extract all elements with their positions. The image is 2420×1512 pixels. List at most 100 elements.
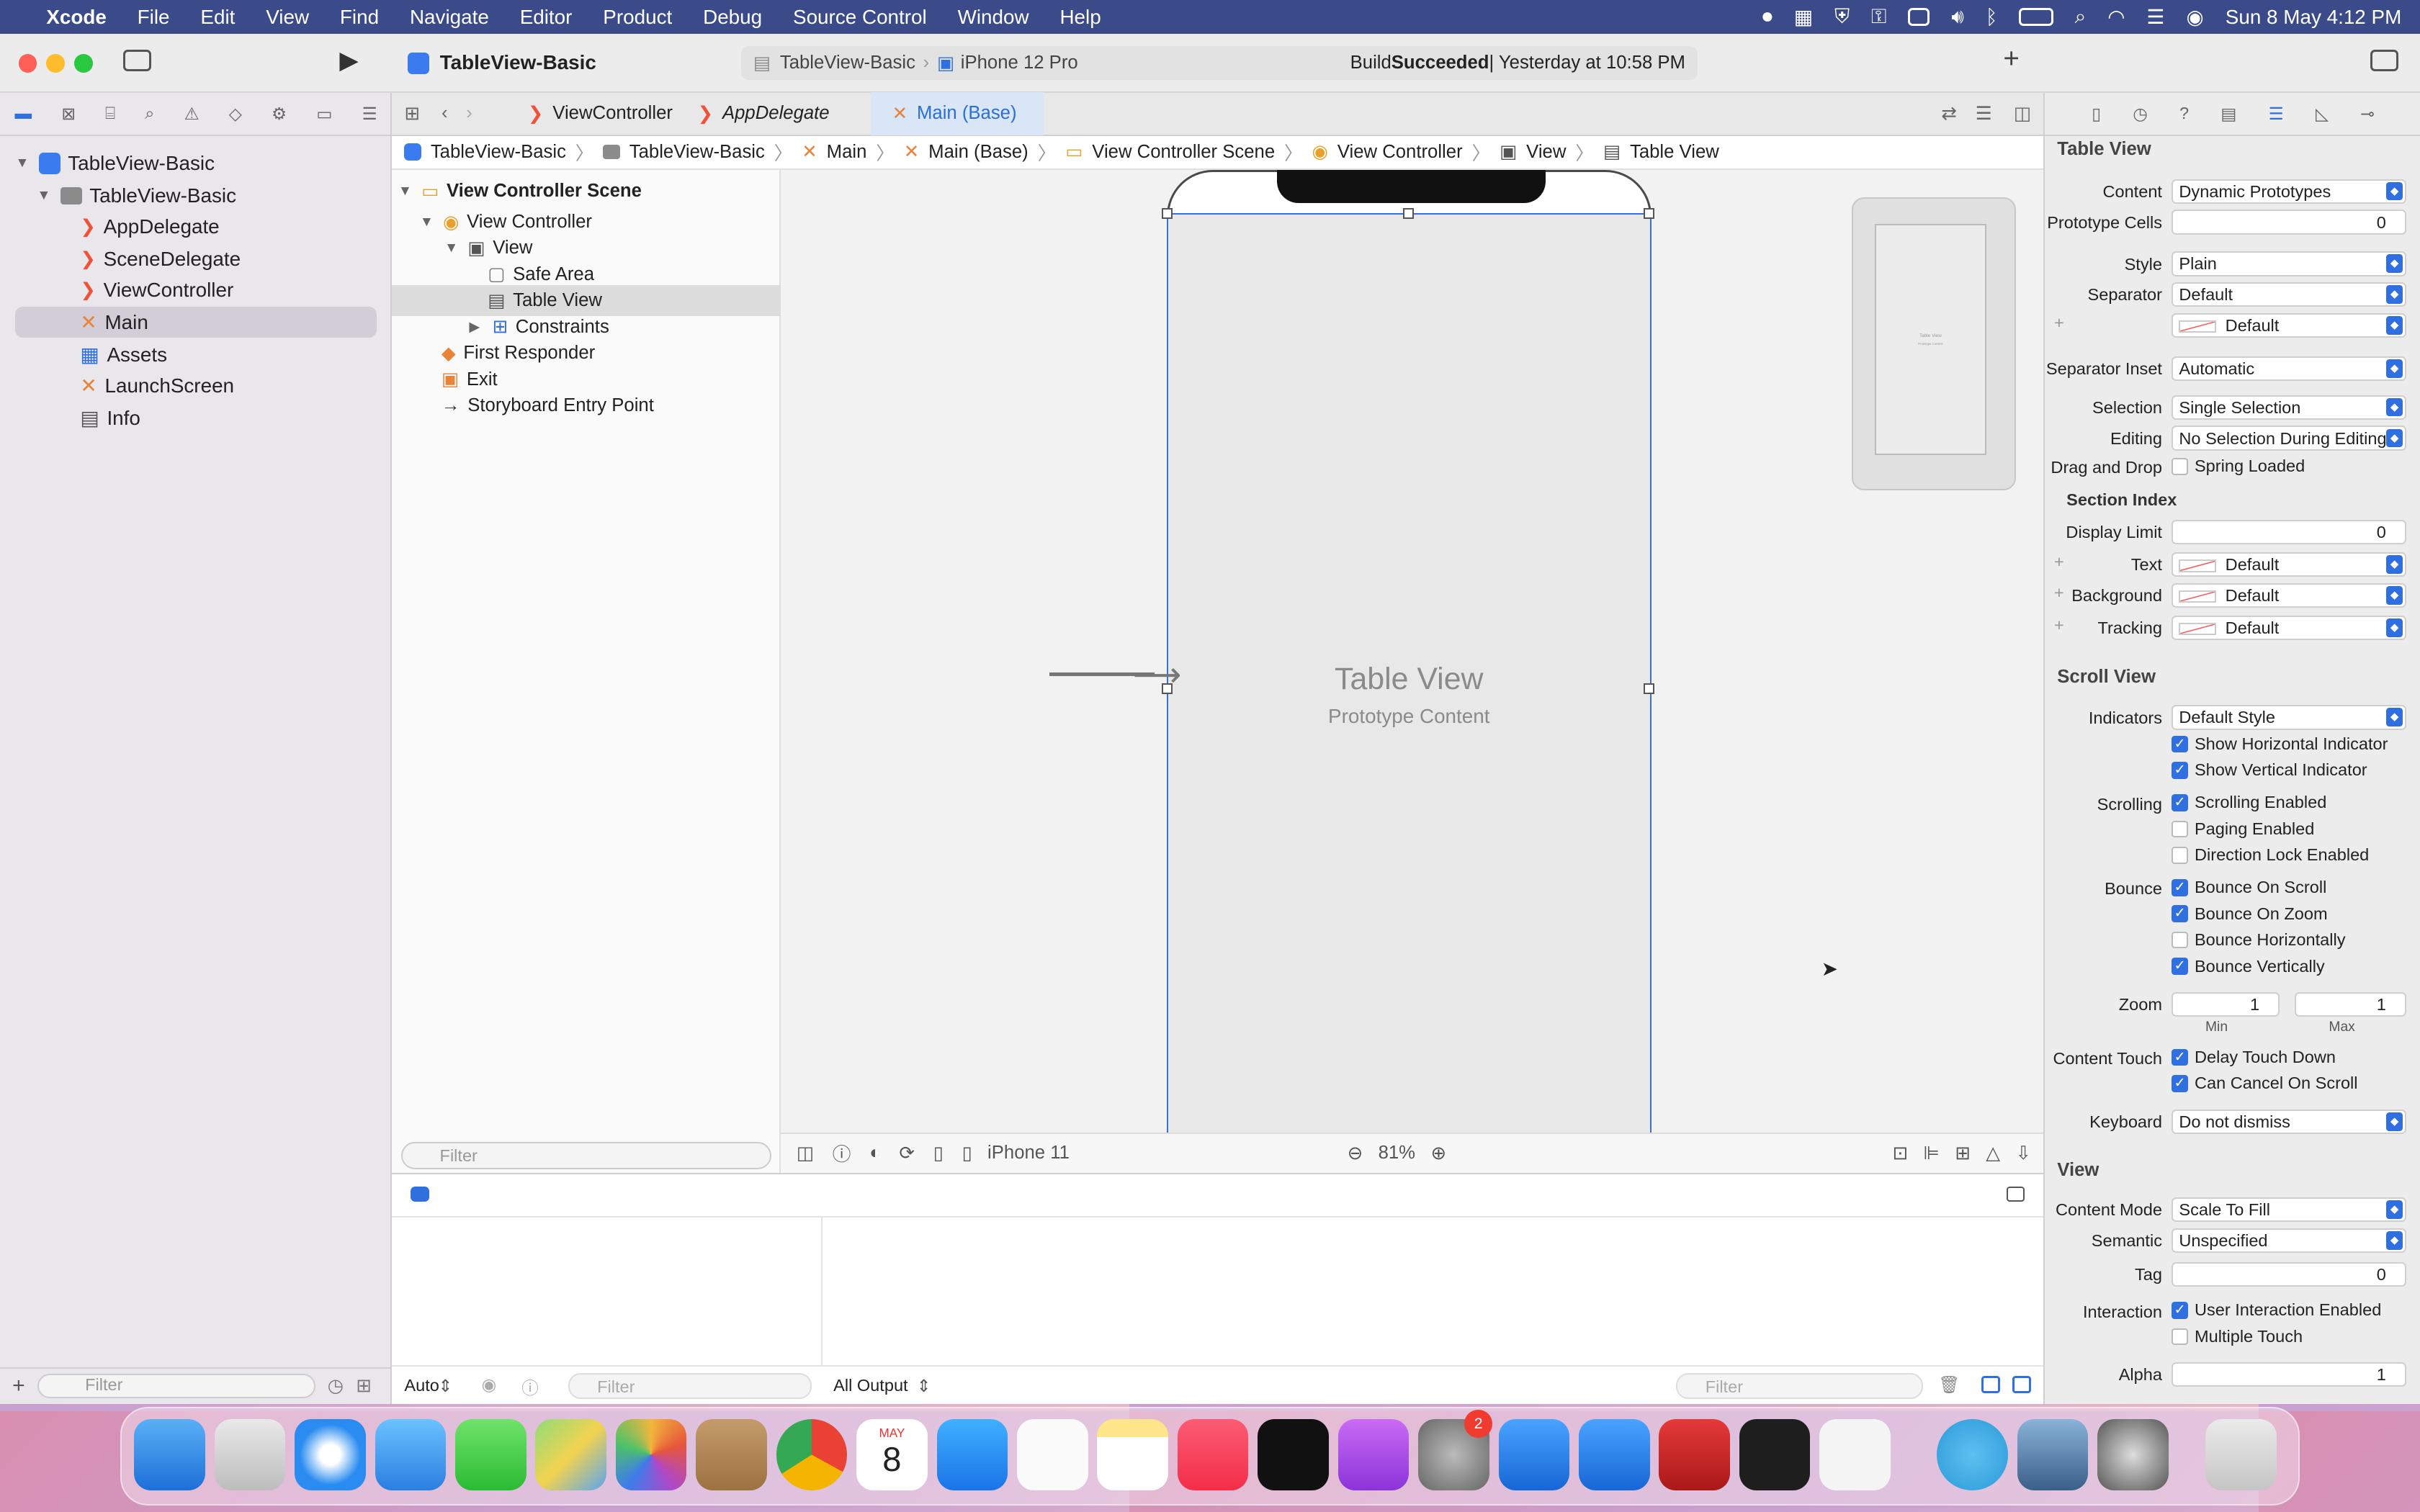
add-variation-icon[interactable]: +	[2054, 616, 2064, 635]
maps-icon[interactable]	[535, 1419, 606, 1490]
grid-status-icon[interactable]: ▦	[1794, 5, 1813, 29]
outline-toggle-icon[interactable]: ◫	[797, 1143, 814, 1164]
alpha-stepper[interactable]: 1	[2171, 1362, 2406, 1387]
bounce-vertically-checkbox[interactable]: ✓ Bounce Vertically	[2171, 957, 2325, 976]
menu-file[interactable]: File	[122, 6, 185, 29]
run-button-icon[interactable]: ▶	[339, 46, 358, 75]
notes-icon[interactable]	[1097, 1419, 1168, 1490]
spring-loaded-checkbox[interactable]: Spring Loaded	[2171, 456, 2305, 476]
file-inspector-icon[interactable]: ▯	[2092, 104, 2101, 124]
attributes-inspector-icon[interactable]: ☰	[2269, 104, 2284, 124]
disclosure-icon[interactable]: ▼	[398, 184, 413, 199]
layout-icon[interactable]: ▯	[933, 1143, 944, 1164]
identity-inspector-icon[interactable]: ▤	[2220, 104, 2236, 124]
zoom-window-button[interactable]	[73, 53, 93, 73]
resize-handle[interactable]	[1162, 208, 1173, 220]
wifi-icon[interactable]: ◠	[2107, 5, 2125, 29]
editor-options-icon[interactable]: ☰	[1966, 103, 2002, 125]
preview-icon[interactable]	[2017, 1419, 2089, 1490]
tree-row[interactable]: ✕ LaunchScreen	[80, 370, 376, 401]
tree-row[interactable]: ❯ AppDelegate	[80, 212, 376, 243]
forward-button-icon[interactable]: ›	[457, 103, 481, 124]
disclosure-icon[interactable]: ▼	[444, 240, 460, 256]
battery-icon[interactable]	[2019, 7, 2053, 27]
menu-source-control[interactable]: Source Control	[778, 6, 943, 29]
calendar-icon[interactable]: MAY 8	[856, 1419, 928, 1490]
output-select[interactable]: All Output	[833, 1376, 908, 1395]
delay-touch-checkbox[interactable]: ✓ Delay Touch Down	[2171, 1048, 2336, 1067]
jumpbar-item[interactable]: TableView-Basic	[629, 142, 765, 163]
trash-icon[interactable]	[2205, 1419, 2277, 1490]
zoom-min-stepper[interactable]: 1	[2171, 991, 2280, 1017]
resolve-issues-icon[interactable]: △	[1986, 1143, 2000, 1164]
align-icon[interactable]: ⊫	[1923, 1143, 1939, 1164]
add-constraints-icon[interactable]: ⊞	[1955, 1143, 1971, 1164]
spotlight-search-icon[interactable]: ⌕	[2075, 5, 2087, 29]
zoom-level[interactable]: 81%	[1379, 1143, 1415, 1164]
update-frames-icon[interactable]: ⊡	[1892, 1143, 1908, 1164]
semantic-select[interactable]: Unspecified ◆	[2171, 1228, 2406, 1253]
bounce-on-zoom-checkbox[interactable]: ✓ Bounce On Zoom	[2171, 904, 2328, 924]
cancel-on-scroll-checkbox[interactable]: ✓ Can Cancel On Scroll	[2171, 1074, 2358, 1093]
issue-navigator-icon[interactable]: ⚠	[184, 104, 200, 124]
add-file-button[interactable]: +	[12, 1374, 25, 1398]
messages-icon[interactable]	[454, 1419, 526, 1490]
indicators-select[interactable]: Default Style ◆	[2171, 705, 2406, 730]
size-inspector-icon[interactable]: ◺	[2316, 104, 2329, 124]
tree-row[interactable]: ▤ Info	[80, 402, 376, 433]
separator-select[interactable]: Default ◆	[2171, 282, 2406, 307]
outline-row[interactable]: → Storyboard Entry Point	[442, 390, 778, 421]
control-center-icon[interactable]: ☰	[2147, 5, 2165, 29]
outline-row[interactable]: ▼ ▭ View Controller Scene	[398, 176, 778, 207]
disclosure-icon[interactable]: ▼	[420, 215, 435, 230]
test-navigator-icon[interactable]: ◇	[229, 104, 242, 124]
console-filter-input[interactable]: Filter	[1676, 1372, 1923, 1400]
separator-color-select[interactable]: Default ◆	[2171, 312, 2406, 338]
resize-handle[interactable]	[1643, 683, 1654, 695]
close-window-button[interactable]	[18, 53, 37, 73]
chrome-icon[interactable]	[776, 1419, 848, 1490]
text-color-select[interactable]: Default ◆	[2171, 552, 2406, 577]
find-navigator-icon[interactable]: ⌕	[145, 104, 154, 123]
photos-icon[interactable]	[615, 1419, 687, 1490]
scheme-selector[interactable]: TableView-Basic	[780, 53, 915, 73]
device-selector[interactable]: iPhone 12 Pro	[961, 53, 1078, 73]
device-label[interactable]: iPhone 11	[987, 1143, 1070, 1164]
minimap[interactable]: Table View Prototype Content	[1852, 197, 2016, 491]
split-editor-icon[interactable]: ◫	[2002, 103, 2044, 125]
debug-toggle-icon[interactable]	[410, 1186, 429, 1202]
content-select[interactable]: Dynamic Prototypes ◆	[2171, 179, 2406, 204]
user-interaction-checkbox[interactable]: ✓ User Interaction Enabled	[2171, 1300, 2381, 1320]
storyboard-canvas[interactable]: Table View Prototype Content ⟶ Table Vie…	[781, 169, 2044, 1133]
connections-inspector-icon[interactable]: ⊸	[2360, 104, 2375, 124]
prototype-cells-stepper[interactable]: 0	[2171, 210, 2406, 235]
accessibility-icon[interactable]: ⓘ	[833, 1140, 851, 1166]
jumpbar-item[interactable]: TableView-Basic	[431, 142, 566, 163]
history-inspector-icon[interactable]: ◷	[2133, 104, 2148, 124]
xcode-icon[interactable]	[1498, 1419, 1570, 1490]
add-variation-icon[interactable]: +	[2054, 552, 2064, 572]
info-icon[interactable]: ⓘ	[521, 1374, 539, 1399]
outline-filter-input[interactable]: Filter	[401, 1141, 772, 1170]
mail-icon[interactable]	[375, 1419, 447, 1490]
jumpbar-item[interactable]: Main (Base)	[928, 142, 1028, 163]
add-variation-icon[interactable]: +	[2054, 583, 2064, 603]
key-icon[interactable]: ⚿	[1871, 5, 1886, 29]
display-limit-stepper[interactable]: 0	[2171, 520, 2406, 545]
paging-enabled-checkbox[interactable]: Paging Enabled	[2171, 819, 2314, 839]
terminal-icon[interactable]	[1739, 1419, 1811, 1490]
minimize-window-button[interactable]	[46, 53, 65, 73]
siri-icon[interactable]: ◉	[2186, 5, 2203, 29]
tracking-color-select[interactable]: Default ◆	[2171, 615, 2406, 641]
menu-window[interactable]: Window	[942, 6, 1044, 29]
quicktime-icon[interactable]	[2097, 1419, 2169, 1490]
add-library-button[interactable]: +	[2003, 43, 2020, 75]
menu-editor[interactable]: Editor	[504, 6, 588, 29]
bounce-horizontally-checkbox[interactable]: Bounce Horizontally	[2171, 930, 2346, 950]
volume-icon[interactable]: 🔊︎	[1951, 5, 1964, 29]
device-icon[interactable]: ▯	[962, 1143, 972, 1164]
keyboard-select[interactable]: Do not dismiss ◆	[2171, 1109, 2406, 1134]
menu-product[interactable]: Product	[588, 6, 688, 29]
menu-view[interactable]: View	[251, 6, 325, 29]
tree-row[interactable]: ❯ SceneDelegate	[80, 244, 376, 275]
